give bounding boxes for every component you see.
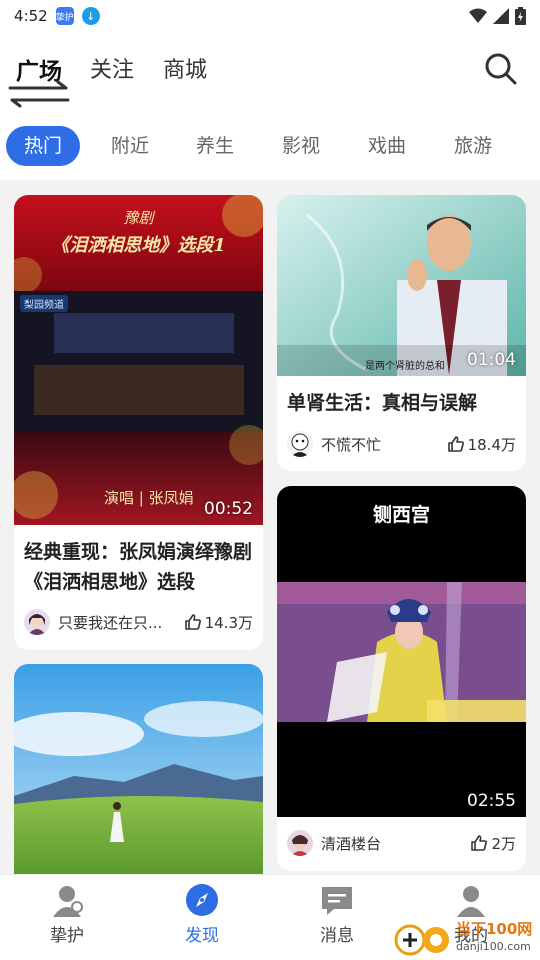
video-meta: 只要我还在只... 14.3万 [14, 605, 263, 639]
video-card[interactable] [14, 664, 263, 874]
opera-performer-image [277, 582, 526, 722]
nav-discover[interactable]: 发现 [152, 879, 252, 953]
like-count: 18.4万 [467, 435, 516, 454]
profile-icon [457, 886, 485, 917]
thumbs-up-icon [471, 835, 488, 851]
like-count: 14.3万 [204, 613, 253, 632]
video-subtitle: 是两个肾脏的总和 [365, 361, 445, 372]
tab-active-indicator-icon [8, 80, 70, 108]
category-bar: 热门 附近 养生 影视 戏曲 旅游 [0, 124, 540, 168]
status-time: 4:52 [14, 7, 48, 25]
like-button[interactable]: 2万 [470, 833, 516, 854]
status-bar: 4:52 挚护 ↓ [0, 0, 540, 32]
video-duration: 02:55 [467, 791, 516, 811]
tab-follow[interactable]: 关注 [90, 52, 134, 84]
author-name[interactable]: 不慌不忙 [321, 434, 447, 455]
video-title[interactable]: 经典重现：张凤娟演绎豫剧《泪洒相思地》选段 [14, 537, 263, 597]
video-thumbnail[interactable] [14, 664, 263, 874]
watermark-text: 当下100网 [456, 920, 533, 938]
category-travel[interactable]: 旅游 [447, 126, 499, 166]
video-thumbnail[interactable]: 铡西宫 02:55 [277, 486, 526, 817]
like-count: 2万 [491, 834, 516, 853]
opera-banner-title: 《泪洒相思地》选段1 [51, 235, 226, 256]
video-top-caption: 铡西宫 [372, 504, 430, 526]
nav-discover-label: 发现 [185, 926, 219, 946]
category-hot[interactable]: 热门 [6, 126, 80, 166]
grassland-image [14, 664, 263, 874]
avatar[interactable] [287, 431, 313, 457]
watermark-url: danji100.com [456, 940, 531, 953]
message-icon [322, 887, 352, 915]
search-icon[interactable] [484, 52, 518, 86]
category-film[interactable]: 影视 [275, 126, 327, 166]
watermark: 当下100网 danji100.com [392, 918, 540, 960]
category-nearby[interactable]: 附近 [104, 126, 156, 166]
video-duration: 00:52 [204, 499, 253, 519]
nav-messages-label: 消息 [320, 926, 354, 946]
author-name[interactable]: 清酒楼台 [321, 833, 470, 854]
doctor-talk-image [277, 195, 526, 376]
tab-mall[interactable]: 商城 [163, 52, 207, 84]
video-thumbnail[interactable]: 豫剧 《泪洒相思地》选段1 梨园频道 演唱 | 张凤娟 00:52 [14, 195, 263, 525]
user-icon [53, 886, 83, 917]
status-icons [469, 7, 526, 25]
avatar[interactable] [24, 609, 50, 635]
top-tab-bar: 广场 关注 商城 [0, 44, 540, 108]
category-opera[interactable]: 戏曲 [361, 126, 413, 166]
video-title[interactable]: 单肾生活：真相与误解 [277, 388, 526, 418]
watermark-logo-icon [394, 924, 449, 956]
app-notification-icon: 挚护 [55, 7, 74, 25]
like-button[interactable]: 18.4万 [447, 434, 516, 455]
category-health[interactable]: 养生 [189, 126, 241, 166]
nav-care[interactable]: 挚护 [17, 879, 117, 953]
download-notification-icon: ↓ [81, 7, 100, 25]
video-meta: 清酒楼台 2万 [277, 826, 526, 860]
video-card[interactable]: 铡西宫 02:55 清酒楼台 2万 [277, 486, 526, 871]
channel-logo: 梨园频道 [20, 295, 68, 312]
video-meta: 不慌不忙 18.4万 [277, 427, 526, 461]
thumbs-up-icon [184, 614, 201, 630]
nav-messages[interactable]: 消息 [287, 879, 387, 953]
nav-care-label: 挚护 [50, 926, 84, 946]
video-card[interactable]: 是两个肾脏的总和 01:04 单肾生活：真相与误解 不慌不忙 18.4万 [277, 195, 526, 471]
video-thumbnail[interactable]: 是两个肾脏的总和 01:04 [277, 195, 526, 376]
video-card[interactable]: 豫剧 《泪洒相思地》选段1 梨园频道 演唱 | 张凤娟 00:52 经典重现：张… [14, 195, 263, 650]
video-duration: 01:04 [467, 350, 516, 370]
opera-genre-label: 豫剧 [123, 209, 154, 227]
thumbs-up-icon [447, 436, 464, 452]
compass-icon [186, 884, 218, 916]
signal-icon [493, 8, 509, 24]
like-button[interactable]: 14.3万 [184, 612, 253, 633]
wifi-icon [469, 8, 487, 23]
avatar[interactable] [287, 830, 313, 856]
author-name[interactable]: 只要我还在只... [58, 612, 184, 633]
battery-icon [515, 7, 526, 25]
video-feed: 豫剧 《泪洒相思地》选段1 梨园频道 演唱 | 张凤娟 00:52 经典重现：张… [0, 180, 540, 874]
performer-caption: 演唱 | 张凤娟 [104, 489, 194, 507]
